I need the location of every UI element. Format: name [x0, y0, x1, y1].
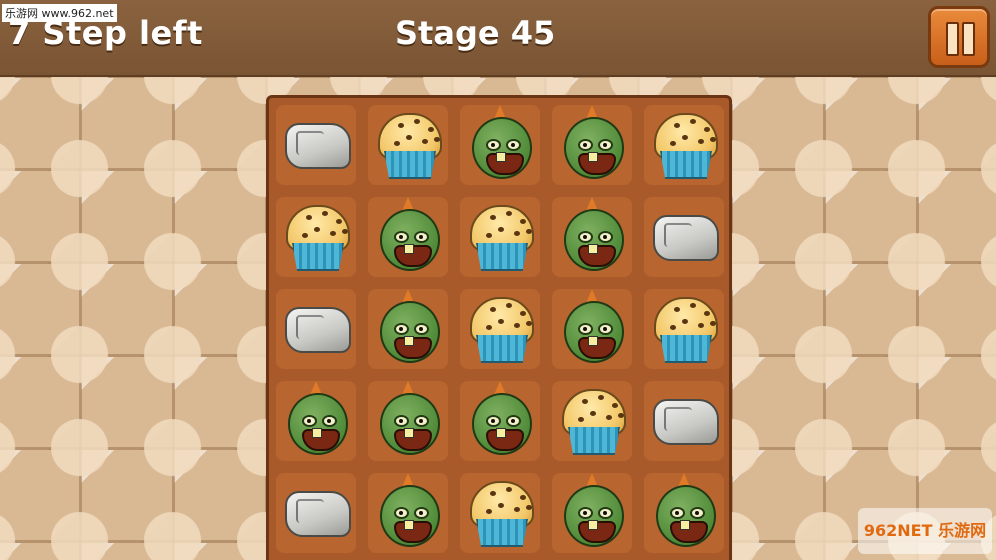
pause-button[interactable] — [928, 6, 990, 68]
board-cell-r3-c5[interactable] — [644, 289, 724, 369]
board-cell-r1-c3[interactable] — [460, 105, 540, 185]
board-cell-r4-c3[interactable] — [460, 381, 540, 461]
rock-icon — [276, 105, 356, 185]
board-cell-r4-c4[interactable] — [552, 381, 632, 461]
zombie-icon — [368, 197, 448, 277]
zombie-icon — [368, 473, 448, 553]
board-cell-r2-c5[interactable] — [644, 197, 724, 277]
game-board — [266, 95, 732, 560]
board-cell-r3-c4[interactable] — [552, 289, 632, 369]
rock-icon — [644, 381, 724, 461]
board-cell-r2-c2[interactable] — [368, 197, 448, 277]
rock-icon — [644, 197, 724, 277]
board-cell-r4-c5[interactable] — [644, 381, 724, 461]
watermark-bottom-right: 962NET 乐游网 — [858, 508, 992, 554]
muffin-icon — [460, 473, 540, 553]
board-cell-r2-c4[interactable] — [552, 197, 632, 277]
muffin-icon — [368, 105, 448, 185]
muffin-icon — [460, 289, 540, 369]
stage-label: Stage 45 — [395, 14, 556, 52]
muffin-icon — [460, 197, 540, 277]
board-cell-r5-c5[interactable] — [644, 473, 724, 553]
board-cell-r2-c1[interactable] — [276, 197, 356, 277]
zombie-icon — [552, 197, 632, 277]
board-cell-r1-c5[interactable] — [644, 105, 724, 185]
zombie-icon — [368, 381, 448, 461]
watermark-text: 962NET 乐游网 — [863, 521, 987, 540]
board-cell-r3-c3[interactable] — [460, 289, 540, 369]
board-cell-r5-c2[interactable] — [368, 473, 448, 553]
muffin-icon — [552, 381, 632, 461]
muffin-icon — [644, 289, 724, 369]
board-cell-r1-c2[interactable] — [368, 105, 448, 185]
board-cell-r4-c2[interactable] — [368, 381, 448, 461]
zombie-icon — [460, 105, 540, 185]
steps-left-counter: 7 Step left — [8, 14, 203, 52]
zombie-icon — [552, 289, 632, 369]
zombie-icon — [276, 381, 356, 461]
board-cell-r1-c1[interactable] — [276, 105, 356, 185]
zombie-icon — [552, 473, 632, 553]
board-cell-r3-c1[interactable] — [276, 289, 356, 369]
muffin-icon — [276, 197, 356, 277]
board-cell-r4-c1[interactable] — [276, 381, 356, 461]
zombie-icon — [552, 105, 632, 185]
board-cell-r5-c3[interactable] — [460, 473, 540, 553]
zombie-icon — [368, 289, 448, 369]
board-cell-r2-c3[interactable] — [460, 197, 540, 277]
top-hud-bar: 乐游网 www.962.net 7 Step left Stage 45 — [0, 0, 996, 77]
zombie-icon — [460, 381, 540, 461]
board-cell-r5-c4[interactable] — [552, 473, 632, 553]
board-cell-r3-c2[interactable] — [368, 289, 448, 369]
muffin-icon — [644, 105, 724, 185]
board-cell-r1-c4[interactable] — [552, 105, 632, 185]
rock-icon — [276, 289, 356, 369]
board-cell-r5-c1[interactable] — [276, 473, 356, 553]
zombie-icon — [644, 473, 724, 553]
rock-icon — [276, 473, 356, 553]
